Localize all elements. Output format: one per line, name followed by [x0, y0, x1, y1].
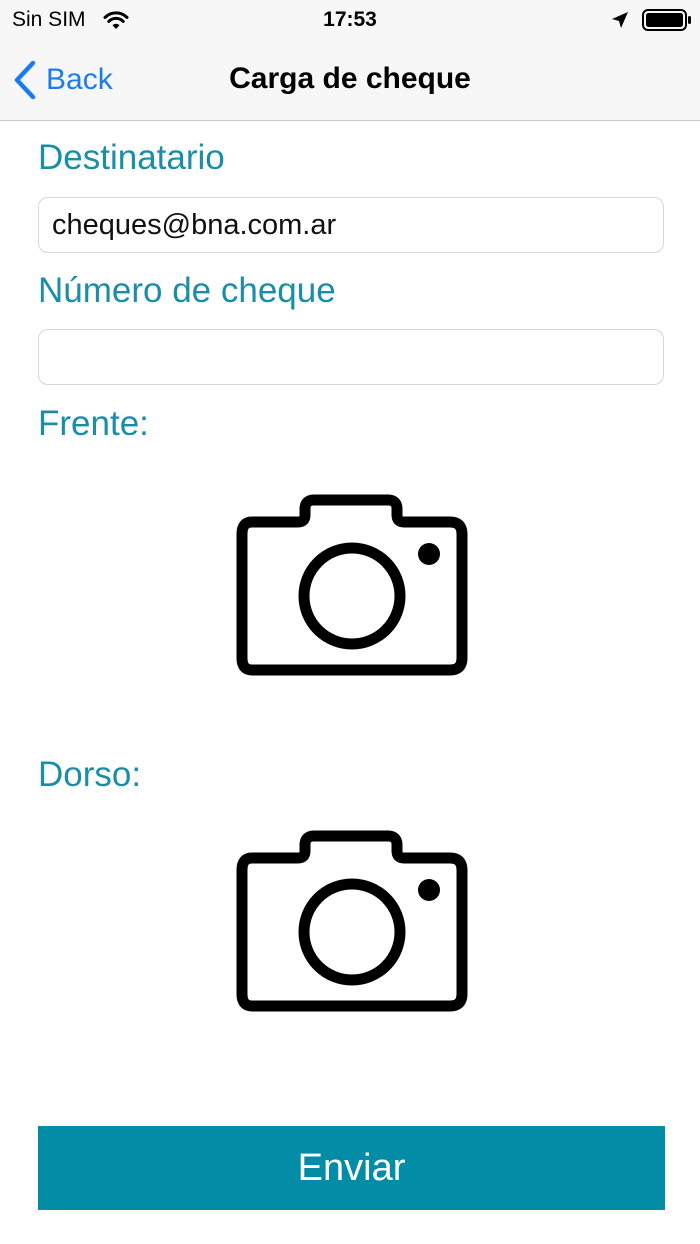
location-icon	[612, 12, 628, 28]
status-time: 17:53	[323, 8, 377, 31]
recipient-label: Destinatario	[38, 138, 225, 177]
camera-icon	[236, 830, 468, 1012]
check-number-label: Número de cheque	[38, 271, 336, 310]
front-label: Frente:	[38, 404, 149, 443]
check-number-input[interactable]	[38, 329, 664, 385]
back-side-label: Dorso:	[38, 755, 142, 794]
recipient-input[interactable]	[38, 197, 664, 253]
front-photo-button[interactable]	[236, 494, 468, 676]
back-photo-button[interactable]	[236, 830, 468, 1012]
status-bar: Sin SIM 17:53	[0, 0, 700, 40]
submit-button[interactable]: Enviar	[38, 1126, 665, 1210]
page-title: Carga de cheque	[229, 62, 471, 95]
check-upload-screen: Sin SIM 17:53 Back Carga de cheque Desti…	[0, 0, 700, 1244]
camera-icon	[236, 494, 468, 676]
battery-icon	[642, 9, 691, 31]
navigation-bar: Back Carga de cheque	[0, 40, 700, 121]
